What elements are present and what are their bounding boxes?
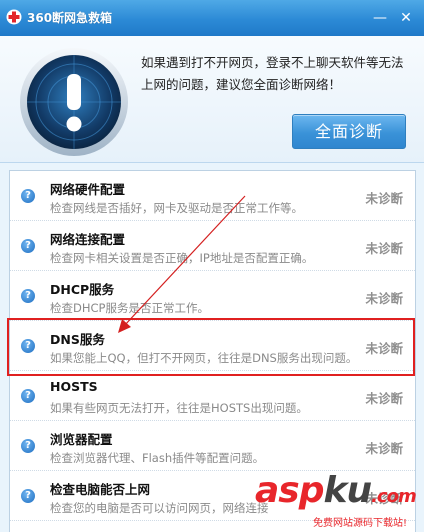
- question-circle-icon: ?: [21, 239, 35, 253]
- item-status: 未诊断: [365, 441, 403, 456]
- item-description: 检查DHCP服务是否正常工作。: [50, 301, 209, 315]
- item-status: 未诊断: [365, 241, 403, 256]
- item-description: 如果您能上QQ，但打不开网页，往往是DNS服务出现问题。: [50, 351, 358, 365]
- question-circle-icon: ?: [21, 339, 35, 353]
- question-circle-icon: ?: [21, 189, 35, 203]
- header-panel: 如果遇到打不开网页，登录不上聊天软件等无法上网的问题，建议您全面诊断网络！ 全面…: [0, 36, 424, 163]
- item-description: 检查网卡相关设置是否正确，IP地址是否配置正确。: [50, 251, 314, 265]
- window-title: 360断网急救箱: [27, 11, 113, 25]
- item-status: 未诊断: [365, 341, 403, 356]
- full-diagnose-button[interactable]: 全面诊断: [292, 114, 406, 149]
- list-item-dhcp[interactable]: ? DHCP服务 检查DHCP服务是否正常工作。 未诊断: [10, 271, 415, 321]
- exclamation-radar-icon: [20, 48, 128, 156]
- item-title: HOSTS: [50, 379, 98, 394]
- item-description: 如果有些网页无法打开，往往是HOSTS出现问题。: [50, 401, 308, 415]
- item-status: 未诊断: [365, 391, 403, 406]
- question-circle-icon: ?: [21, 439, 35, 453]
- item-title: 检查电脑能否上网: [50, 482, 151, 497]
- list-item-connection[interactable]: ? 网络连接配置 检查网卡相关设置是否正确，IP地址是否配置正确。 未诊断: [10, 221, 415, 271]
- item-description: 检查您的电脑是否可以访问网页，网络连接: [50, 501, 269, 515]
- diagnosis-list: ? 网络硬件配置 检查网线是否插好，网卡及驱动是否正常工作等。 未诊断 ? 网络…: [9, 170, 416, 532]
- list-item-dns[interactable]: ? DNS服务 如果您能上QQ，但打不开网页，往往是DNS服务出现问题。 未诊断: [10, 321, 415, 371]
- item-status: 未诊断: [365, 291, 403, 306]
- list-item-hosts[interactable]: ? HOSTS 如果有些网页无法打开，往往是HOSTS出现问题。 未诊断: [10, 371, 415, 421]
- header-message: 如果遇到打不开网页，登录不上聊天软件等无法上网的问题，建议您全面诊断网络！: [141, 55, 404, 92]
- item-description: 检查浏览器代理、Flash插件等配置问题。: [50, 451, 265, 465]
- item-title: DHCP服务: [50, 282, 115, 297]
- red-cross-logo-icon: [6, 9, 22, 25]
- item-title: DNS服务: [50, 332, 105, 347]
- item-title: 浏览器配置: [50, 432, 113, 447]
- question-circle-icon: ?: [21, 289, 35, 303]
- close-button[interactable]: ✕: [396, 8, 416, 28]
- item-status: 未诊断: [365, 191, 403, 206]
- item-title: 网络连接配置: [50, 232, 126, 247]
- title-bar: 360断网急救箱 — ✕: [0, 0, 424, 36]
- list-item-internet-access[interactable]: ? 检查电脑能否上网 检查您的电脑是否可以访问网页，网络连接 未诊断: [10, 471, 415, 521]
- item-title: 网络硬件配置: [50, 182, 126, 197]
- minimize-button[interactable]: —: [370, 8, 390, 28]
- item-description: 检查网线是否插好，网卡及驱动是否正常工作等。: [50, 201, 303, 215]
- question-circle-icon: ?: [21, 489, 35, 503]
- list-item-browser[interactable]: ? 浏览器配置 检查浏览器代理、Flash插件等配置问题。 未诊断: [10, 421, 415, 471]
- item-status: 未诊断: [365, 491, 403, 506]
- question-circle-icon: ?: [21, 389, 35, 403]
- list-item-hardware[interactable]: ? 网络硬件配置 检查网线是否插好，网卡及驱动是否正常工作等。 未诊断: [10, 171, 415, 221]
